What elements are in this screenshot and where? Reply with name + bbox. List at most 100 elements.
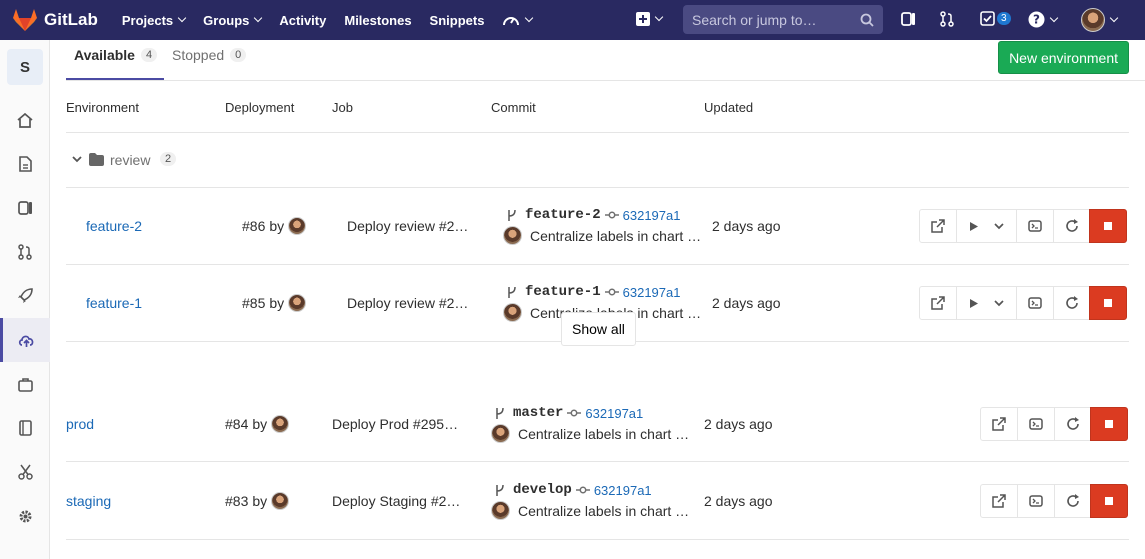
new-environment-button[interactable]: New environment <box>998 41 1129 74</box>
branch-name[interactable]: feature-1 <box>525 284 601 300</box>
terminal-button[interactable] <box>1017 484 1055 518</box>
user-avatar[interactable] <box>271 492 290 510</box>
project-avatar[interactable]: S <box>7 49 43 85</box>
commit-info: feature-2 632197a1 Centralize labels in … <box>503 207 701 245</box>
tab-stopped[interactable]: Stopped 0 <box>172 47 247 63</box>
scissors-icon <box>17 464 33 480</box>
package-icon <box>17 377 33 392</box>
terminal-icon <box>1029 418 1043 430</box>
open-live-environment-button[interactable] <box>980 484 1018 518</box>
row-actions <box>980 484 1128 518</box>
manual-deploy-dropdown[interactable] <box>956 286 1017 320</box>
commit-title[interactable]: Centralize labels in chart … <box>530 228 701 244</box>
environment-link[interactable]: feature-1 <box>86 295 142 311</box>
redeploy-button[interactable] <box>1053 286 1090 320</box>
terminal-button[interactable] <box>1016 286 1054 320</box>
row-actions <box>980 407 1128 441</box>
stop-environment-button[interactable] <box>1090 407 1128 441</box>
redeploy-button[interactable] <box>1054 484 1091 518</box>
stop-environment-button[interactable] <box>1089 209 1127 243</box>
sidebar-item-merge-requests[interactable] <box>0 230 50 274</box>
commit-title[interactable]: Centralize labels in chart … <box>518 503 689 519</box>
commit-ref: feature-1 632197a1 <box>507 284 701 300</box>
terminal-button[interactable] <box>1016 209 1054 243</box>
commit-title[interactable]: Centralize labels in chart … <box>518 426 689 442</box>
nav-snippets[interactable]: Snippets <box>430 13 485 28</box>
job-link[interactable]: Deploy review #2… <box>347 295 468 311</box>
nav-groups[interactable]: Groups <box>203 13 263 28</box>
stop-icon <box>1105 497 1113 505</box>
issues-nav-button[interactable] <box>901 11 916 27</box>
chevron-down-icon[interactable] <box>71 153 83 165</box>
sidebar-item-project[interactable] <box>0 98 50 142</box>
redeploy-button[interactable] <box>1053 209 1090 243</box>
todos-nav-button[interactable]: 3 <box>980 11 1011 26</box>
user-menu[interactable] <box>1081 8 1119 32</box>
terminal-button[interactable] <box>1017 407 1055 441</box>
show-all-button[interactable]: Show all <box>561 312 636 346</box>
table-row: staging #83 by Deploy Staging #2… develo… <box>66 462 1129 540</box>
sidebar-item-operations[interactable] <box>0 318 50 362</box>
branch-name[interactable]: master <box>513 405 563 421</box>
user-avatar[interactable] <box>491 501 510 520</box>
deployment-by: by <box>252 493 268 509</box>
open-live-environment-button[interactable] <box>919 209 957 243</box>
commit-ref: master 632197a1 <box>495 405 689 421</box>
gitlab-logo-icon <box>13 9 37 31</box>
gitlab-brand[interactable]: GitLab <box>12 8 98 32</box>
user-avatar <box>1081 8 1105 32</box>
nav-activity[interactable]: Activity <box>279 13 326 28</box>
new-item-dropdown[interactable] <box>636 12 664 26</box>
open-live-environment-button[interactable] <box>980 407 1018 441</box>
sidebar-item-snippets[interactable] <box>0 450 50 494</box>
table-row: feature-2 #86 by Deploy review #2… featu… <box>66 188 1129 265</box>
branch-name[interactable]: develop <box>513 482 572 498</box>
help-dropdown[interactable]: ? <box>1028 11 1059 28</box>
stop-environment-button[interactable] <box>1089 286 1127 320</box>
redeploy-button[interactable] <box>1054 407 1091 441</box>
environment-link[interactable]: feature-2 <box>86 218 142 234</box>
row-actions <box>919 209 1127 243</box>
commit-title-line: Centralize labels in chart … <box>503 226 701 245</box>
commit-sha-link[interactable]: 632197a1 <box>623 208 681 223</box>
job-link[interactable]: Deploy Prod #295… <box>332 416 458 432</box>
branch-name[interactable]: feature-2 <box>525 207 601 223</box>
tab-available[interactable]: Available 4 <box>74 47 158 63</box>
sidebar-item-issues[interactable] <box>0 186 50 230</box>
search-box[interactable] <box>683 5 883 34</box>
open-live-environment-button[interactable] <box>919 286 957 320</box>
chevron-down-icon <box>654 12 664 22</box>
nav-milestones[interactable]: Milestones <box>344 13 411 28</box>
search-input[interactable] <box>692 11 852 28</box>
commit-sha-link[interactable]: 632197a1 <box>594 483 652 498</box>
retry-icon <box>1066 494 1079 507</box>
environment-link[interactable]: staging <box>66 493 111 509</box>
commit-sha-link[interactable]: 632197a1 <box>585 406 643 421</box>
user-avatar[interactable] <box>503 226 522 245</box>
sidebar-item-settings[interactable] <box>0 494 50 538</box>
deployment-number: #85 <box>242 295 266 311</box>
user-avatar[interactable] <box>288 294 307 312</box>
sidebar-item-packages[interactable] <box>0 362 50 406</box>
header-commit: Commit <box>491 100 536 115</box>
doc-icon <box>18 156 32 172</box>
sidebar-item-wiki[interactable] <box>0 406 50 450</box>
sidebar-item-ci-cd[interactable] <box>0 274 50 318</box>
environment-link[interactable]: prod <box>66 416 94 432</box>
environment-tabs: Available 4 Stopped 0 New environment <box>66 40 1145 81</box>
commit-sha-link[interactable]: 632197a1 <box>623 285 681 300</box>
job-link[interactable]: Deploy Staging #2… <box>332 493 460 509</box>
folder-row-review[interactable]: review 2 <box>66 133 1129 188</box>
nav-projects[interactable]: Projects <box>122 13 187 28</box>
user-avatar[interactable] <box>271 415 290 433</box>
job-link[interactable]: Deploy review #2… <box>347 218 468 234</box>
todo-count-badge: 3 <box>997 12 1011 25</box>
nav-admin-dropdown[interactable] <box>502 12 534 28</box>
user-avatar[interactable] <box>491 424 510 443</box>
user-avatar[interactable] <box>503 303 522 322</box>
manual-deploy-dropdown[interactable] <box>956 209 1017 243</box>
sidebar-item-repository[interactable] <box>0 142 50 186</box>
merge-requests-nav-button[interactable] <box>940 11 954 27</box>
stop-environment-button[interactable] <box>1090 484 1128 518</box>
user-avatar[interactable] <box>288 217 307 235</box>
